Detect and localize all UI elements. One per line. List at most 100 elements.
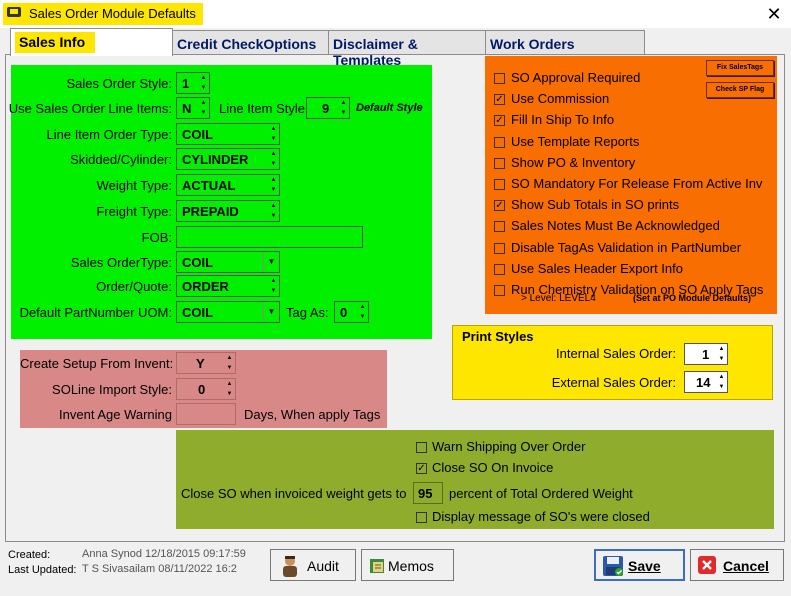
weight-type-label: Weight Type: <box>96 178 172 193</box>
close-icon[interactable]: ✕ <box>762 2 786 26</box>
close-weight-label: Close SO when invoiced weight gets to <box>181 486 407 501</box>
option-label: Fill In Ship To Info <box>511 112 615 128</box>
audit-button[interactable]: Audit <box>270 549 356 581</box>
option-checkbox[interactable]: ✓ <box>494 115 505 127</box>
so-style-stepper[interactable]: 1 ▲ ▼ <box>176 72 210 94</box>
spin-icon[interactable]: ▲ ▼ <box>357 302 368 322</box>
print-styles-title: Print Styles <box>462 329 534 344</box>
uom-label: Default PartNumber UOM: <box>19 305 172 320</box>
line-item-order-type-label: Line Item Order Type: <box>46 127 173 142</box>
soline-import-stepper[interactable]: 0 ▲ ▼ <box>176 378 236 400</box>
tag-as-label: Tag As: <box>286 305 329 320</box>
skidded-label: Skidded/Cylinder: <box>70 152 172 167</box>
option-label: Show PO & Inventory <box>511 154 636 170</box>
option-label: Use Sales Header Export Info <box>511 260 683 276</box>
so-type-select[interactable]: COIL ▼ <box>176 251 280 273</box>
option-label: Sales Notes Must Be Acknowledged <box>511 218 720 234</box>
option-checkbox[interactable] <box>494 179 505 190</box>
created-value: Anna Synod 12/18/2015 09:17:59 <box>82 548 246 560</box>
window-title: Sales Order Module Defaults <box>3 3 203 25</box>
order-quote-stepper[interactable]: ORDER ▲ ▼ <box>176 275 280 297</box>
option-checkbox[interactable] <box>494 242 505 254</box>
tab-work-orders[interactable]: Work Orders <box>485 30 645 54</box>
display-message-label: Display message of SO's were closed <box>432 509 650 524</box>
spin-icon[interactable]: ▲ ▼ <box>224 379 235 399</box>
warn-shipping-label: Warn Shipping Over Order <box>432 439 586 454</box>
fix-sales-tags-button[interactable]: Fix SalesTags <box>706 60 774 76</box>
close-so-checkbox[interactable]: ✓ <box>416 463 427 474</box>
cancel-icon <box>698 556 716 574</box>
spin-icon[interactable]: ▲ ▼ <box>268 124 279 144</box>
chevron-down-icon[interactable]: ▼ <box>263 302 279 322</box>
spin-icon[interactable]: ▲ ▼ <box>198 73 209 93</box>
option-label: Show Sub Totals in SO prints <box>511 197 680 213</box>
spin-icon[interactable]: ▲ ▼ <box>716 372 727 392</box>
line-item-style-label: Line Item Style: <box>219 101 309 116</box>
updated-value: T S Sivasailam 08/11/2022 16:2 <box>82 563 237 575</box>
close-weight-input[interactable]: 95 <box>413 482 443 504</box>
option-checkbox[interactable] <box>494 157 505 169</box>
option-checkbox[interactable]: ✓ <box>494 200 505 212</box>
use-line-items-stepper[interactable]: N ▲ ▼ <box>176 97 210 119</box>
option-label: Use Commission <box>511 91 610 107</box>
auditor-icon <box>283 556 297 577</box>
tab-disclaimer-templates[interactable]: Disclaimer & Templates <box>328 30 486 68</box>
tag-as-stepper[interactable]: 0 ▲ ▼ <box>334 301 369 323</box>
memo-icon <box>370 559 384 573</box>
option-label: SO Approval Required <box>511 70 641 85</box>
close-weight-suffix: percent of Total Ordered Weight <box>449 486 633 501</box>
order-quote-label: Order/Quote: <box>96 279 172 294</box>
invent-age-input[interactable] <box>176 403 236 425</box>
memos-button[interactable]: Memos <box>361 549 454 581</box>
warn-shipping-checkbox[interactable] <box>416 442 427 453</box>
create-setup-stepper[interactable]: Y ▲ ▼ <box>176 352 236 374</box>
line-item-order-type-stepper[interactable]: COIL ▲ ▼ <box>176 123 280 145</box>
option-label: SO Mandatory For Release From Active Inv <box>511 176 763 191</box>
default-style-note: Default Style <box>356 102 423 114</box>
display-message-checkbox[interactable] <box>416 512 427 523</box>
external-so-label: External Sales Order: <box>551 375 676 390</box>
save-button[interactable]: Save <box>594 549 685 581</box>
internal-so-stepper[interactable]: 1 ▲ ▼ <box>684 343 728 365</box>
check-sp-flag-button[interactable]: Check SP Flag <box>706 82 774 98</box>
option-checkbox[interactable] <box>494 73 505 84</box>
option-checkbox[interactable] <box>494 221 505 233</box>
option-checkbox[interactable] <box>494 285 505 296</box>
spin-icon[interactable]: ▲ ▼ <box>268 149 279 169</box>
level-text: > Level: LEVEL4 <box>521 293 596 304</box>
cancel-button[interactable]: Cancel <box>690 549 784 581</box>
app-icon <box>7 7 21 17</box>
level-note: (Set at PO Module Defaults) <box>633 293 752 303</box>
created-label: Created: <box>8 549 51 561</box>
weight-type-stepper[interactable]: ACTUAL ▲ ▼ <box>176 174 280 196</box>
chevron-down-icon[interactable]: ▼ <box>263 252 279 272</box>
save-icon <box>603 556 623 576</box>
so-style-label: Sales Order Style: <box>66 76 173 91</box>
tab-sales-info[interactable]: Sales Info <box>10 28 173 56</box>
fob-input[interactable] <box>176 226 363 248</box>
freight-type-stepper[interactable]: PREPAID ▲ ▼ <box>176 200 280 222</box>
uom-select[interactable]: COIL ▼ <box>176 301 280 323</box>
external-so-stepper[interactable]: 14 ▲ ▼ <box>684 371 728 393</box>
close-so-label: Close SO On Invoice <box>432 460 554 475</box>
spin-icon[interactable]: ▲ ▼ <box>224 353 235 373</box>
line-item-style-stepper[interactable]: 9 ▲ ▼ <box>306 97 350 119</box>
spin-icon[interactable]: ▲ ▼ <box>716 344 727 364</box>
spin-icon[interactable]: ▲ ▼ <box>268 201 279 221</box>
tab-credit-check-options[interactable]: Credit CheckOptions <box>172 30 329 54</box>
so-type-label: Sales OrderType: <box>70 255 172 270</box>
spin-icon[interactable]: ▲ ▼ <box>268 175 279 195</box>
freight-type-label: Freight Type: <box>96 204 172 219</box>
create-setup-label: Create Setup From Invent: <box>20 356 174 371</box>
option-checkbox[interactable]: ✓ <box>494 94 505 106</box>
option-checkbox[interactable] <box>494 136 505 148</box>
internal-so-label: Internal Sales Order: <box>556 346 676 361</box>
option-checkbox[interactable] <box>494 263 505 275</box>
skidded-stepper[interactable]: CYLINDER ▲ ▼ <box>176 148 280 170</box>
spin-icon[interactable]: ▲ ▼ <box>338 98 349 118</box>
spin-icon[interactable]: ▲ ▼ <box>198 98 209 118</box>
invent-age-label: Invent Age Warning <box>59 407 172 422</box>
spin-icon[interactable]: ▲ ▼ <box>268 276 279 296</box>
updated-label: Last Updated: <box>8 564 77 576</box>
soline-import-label: SOLine Import Style: <box>52 382 172 397</box>
